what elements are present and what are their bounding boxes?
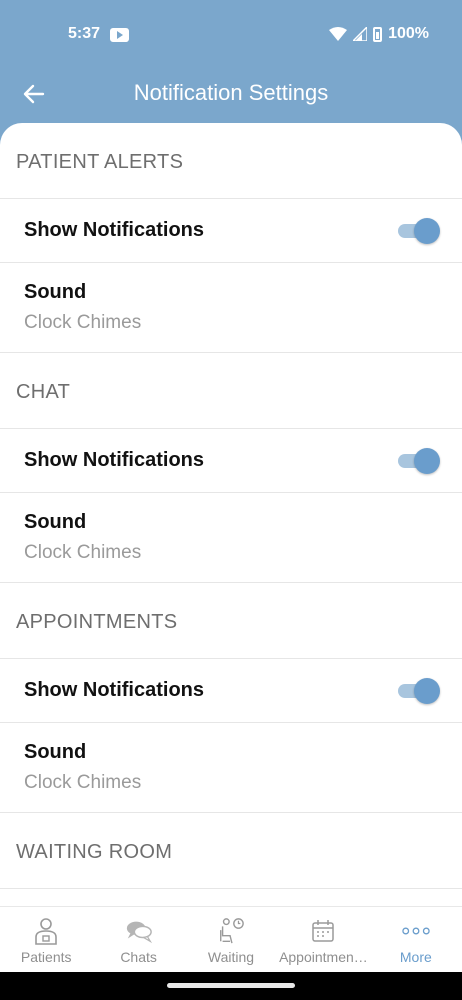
battery-icon	[373, 26, 383, 42]
status-indicators: 100%	[329, 25, 429, 43]
section-header-waiting-room: WAITING ROOM	[0, 813, 462, 889]
sound-title: Sound	[24, 281, 87, 303]
waiting-icon	[217, 917, 245, 945]
calendar-icon	[309, 917, 337, 945]
app-bar: Notification Settings	[0, 70, 462, 120]
chat-icon	[125, 917, 153, 945]
show-notifications-label: Show Notifications	[24, 679, 204, 701]
page-title: Notification Settings	[133, 80, 329, 105]
toggle-thumb	[414, 677, 440, 704]
toggle-thumb	[414, 217, 440, 244]
status-bar: 5:37 100%	[0, 0, 462, 70]
sound-title: Sound	[24, 741, 87, 763]
section-header-patient-alerts: PATIENT ALERTS	[0, 123, 462, 199]
home-indicator[interactable]	[167, 983, 295, 988]
tab-patients[interactable]: Patients	[0, 907, 92, 972]
section-header-chat: CHAT	[0, 353, 462, 429]
tab-more[interactable]: More	[370, 907, 462, 972]
patient-icon	[32, 917, 60, 945]
sound-value: Clock Chimes	[24, 772, 142, 793]
more-icon	[402, 917, 430, 945]
chat-show-notifications-row[interactable]: Show Notifications	[0, 429, 462, 493]
sound-title: Sound	[24, 511, 87, 533]
tab-label: More	[399, 949, 432, 965]
appointments-sound-row[interactable]: Sound Clock Chimes	[0, 723, 462, 813]
section-header-appointments: APPOINTMENTS	[0, 583, 462, 659]
sound-value: Clock Chimes	[24, 312, 142, 333]
settings-list[interactable]: PATIENT ALERTS Show Notifications Sound …	[0, 123, 462, 906]
show-notifications-label: Show Notifications	[24, 449, 204, 471]
tab-label: Appointmen…	[279, 949, 368, 965]
patient-alerts-show-notifications-row[interactable]: Show Notifications	[0, 199, 462, 263]
tab-label: Waiting	[207, 949, 255, 965]
appointments-show-notifications-row[interactable]: Show Notifications	[0, 659, 462, 723]
youtube-icon	[110, 28, 129, 42]
toggle-thumb	[414, 447, 440, 474]
tab-label: Patients	[20, 949, 72, 965]
signal-icon	[353, 27, 368, 41]
wifi-icon	[329, 27, 348, 41]
sound-value: Clock Chimes	[24, 542, 142, 563]
status-time: 5:37	[68, 25, 101, 42]
chat-sound-row[interactable]: Sound Clock Chimes	[0, 493, 462, 583]
system-navigation-bar	[0, 972, 462, 1000]
tab-waiting[interactable]: Waiting	[185, 907, 277, 972]
tab-chats[interactable]: Chats	[92, 907, 184, 972]
patient-alerts-notifications-toggle[interactable]	[398, 217, 440, 244]
show-notifications-label: Show Notifications	[24, 219, 204, 241]
bottom-tab-bar: Patients Chats Waiting Appointmen… More	[0, 906, 462, 972]
battery-percent: 100%	[388, 25, 429, 42]
tab-appointments[interactable]: Appointmen…	[277, 907, 369, 972]
tab-label: Chats	[120, 949, 157, 965]
patient-alerts-sound-row[interactable]: Sound Clock Chimes	[0, 263, 462, 353]
appointments-notifications-toggle[interactable]	[398, 677, 440, 704]
chat-notifications-toggle[interactable]	[398, 447, 440, 474]
